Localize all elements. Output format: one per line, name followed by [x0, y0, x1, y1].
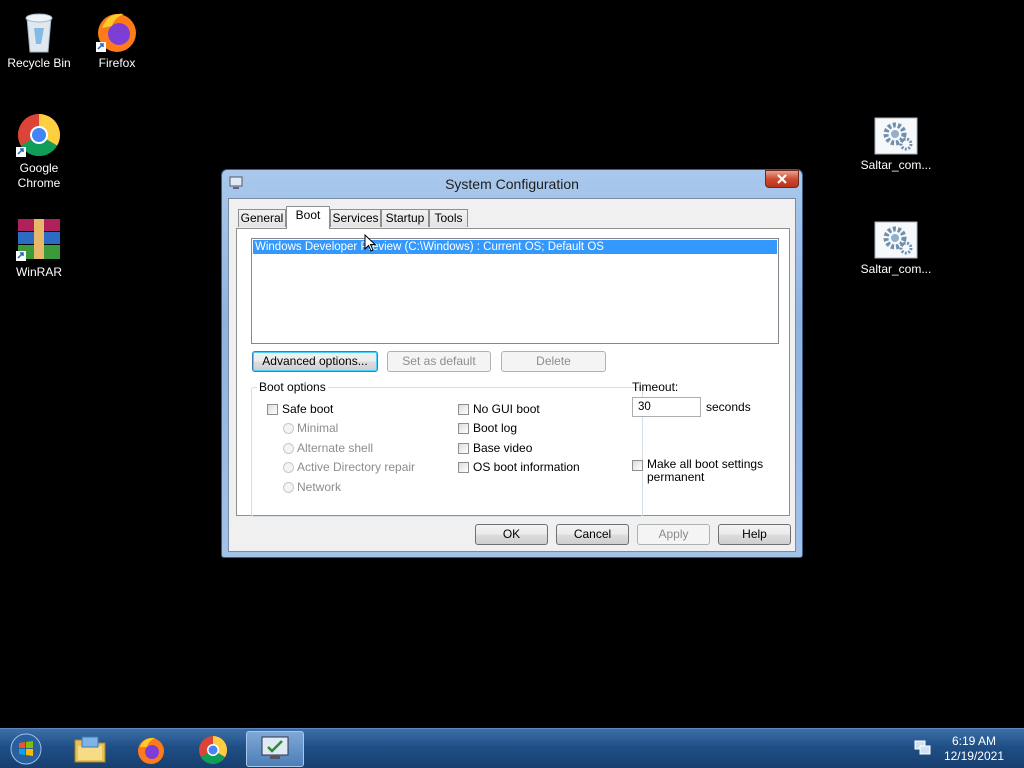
desktop-icon-label: Recycle Bin: [7, 56, 71, 70]
system-configuration-window: System Configuration General Boot Servic…: [221, 169, 803, 558]
apply-button[interactable]: Apply: [637, 524, 710, 545]
make-permanent-line2: permanent: [647, 470, 705, 484]
timeout-label: Timeout:: [632, 380, 679, 394]
winrar-icon: [16, 219, 60, 261]
desktop-icon-chrome[interactable]: Google Chrome: [1, 113, 77, 191]
safe-boot-label: Safe boot: [282, 402, 334, 416]
timeout-unit: seconds: [706, 400, 751, 414]
ok-button[interactable]: OK: [475, 524, 548, 545]
clock-date: 12/19/2021: [943, 749, 1004, 763]
desktop-icon-firefox[interactable]: Firefox: [79, 8, 155, 71]
desktop-icon-label: Saltar_com...: [860, 158, 932, 172]
tab-boot[interactable]: Boot: [286, 206, 330, 229]
firefox-icon: [96, 13, 136, 52]
clock-time: 6:19 AM: [951, 734, 996, 748]
ad-repair-radio[interactable]: [283, 462, 294, 473]
start-orb-icon: [10, 733, 42, 765]
boot-entry-selected[interactable]: Windows Developer Preview (C:\Windows) :…: [253, 240, 777, 254]
recycle-bin-icon: [25, 13, 53, 53]
tab-services[interactable]: Services: [330, 209, 381, 227]
base-video-checkbox[interactable]: [458, 443, 469, 454]
network-label: Network: [297, 480, 342, 494]
make-permanent-label: Make all boot settings permanent: [647, 458, 763, 484]
minimal-radio[interactable]: [283, 423, 294, 434]
network-radio[interactable]: [283, 482, 294, 493]
taskbar-file-explorer[interactable]: [62, 731, 116, 767]
window-client-area: General Boot Services Startup Tools Wind…: [228, 198, 796, 552]
alternate-shell-label: Alternate shell: [297, 441, 374, 455]
system-clock[interactable]: 6:19 AM 12/19/2021: [944, 734, 1004, 764]
close-button[interactable]: [765, 170, 799, 188]
os-boot-info-label: OS boot information: [473, 460, 580, 474]
boot-log-label: Boot log: [473, 421, 518, 435]
chrome-icon: [199, 736, 227, 764]
base-video-label: Base video: [473, 441, 533, 455]
set-as-default-button[interactable]: Set as default: [387, 351, 491, 372]
chrome-icon: [16, 114, 61, 157]
boot-tab-panel: Windows Developer Preview (C:\Windows) :…: [236, 228, 790, 517]
taskbar-msconfig-active[interactable]: [246, 731, 304, 767]
boot-options-label: Boot options: [257, 380, 328, 394]
timeout-input[interactable]: 30: [632, 397, 701, 417]
desktop-icon-label: Google Chrome: [17, 161, 61, 190]
msconfig-icon: [261, 736, 289, 759]
settings-shortcut-icon: [874, 221, 918, 259]
desktop-icon-label: WinRAR: [15, 265, 62, 279]
desktop-icon-winrar[interactable]: WinRAR: [1, 217, 77, 280]
tab-startup[interactable]: Startup: [381, 209, 429, 227]
taskbar: 6:19 AM 12/19/2021: [0, 728, 1024, 768]
close-icon: [777, 174, 787, 184]
boot-log-checkbox[interactable]: [458, 423, 469, 434]
tab-general[interactable]: General: [238, 209, 286, 227]
cancel-button[interactable]: Cancel: [556, 524, 629, 545]
desktop-icon-label: Firefox: [98, 56, 136, 70]
delete-button[interactable]: Delete: [501, 351, 606, 372]
window-title: System Configuration: [445, 176, 579, 192]
advanced-options-button[interactable]: Advanced options...: [252, 351, 378, 372]
boot-entries-list[interactable]: Windows Developer Preview (C:\Windows) :…: [251, 238, 779, 344]
taskbar-chrome[interactable]: [186, 731, 240, 767]
make-permanent-checkbox[interactable]: [632, 460, 643, 471]
no-gui-boot-checkbox[interactable]: [458, 404, 469, 415]
ad-repair-label: Active Directory repair: [297, 460, 416, 474]
file-explorer-icon: [74, 736, 106, 763]
desktop-icon-saltar-1[interactable]: Saltar_com...: [858, 116, 934, 173]
os-boot-info-checkbox[interactable]: [458, 462, 469, 473]
taskbar-firefox[interactable]: [124, 731, 178, 767]
tab-tools[interactable]: Tools: [429, 209, 468, 227]
minimal-label: Minimal: [297, 421, 339, 435]
no-gui-boot-label: No GUI boot: [473, 402, 540, 416]
help-button[interactable]: Help: [718, 524, 791, 545]
settings-shortcut-icon: [874, 117, 918, 155]
desktop-icon-label: Saltar_com...: [860, 262, 932, 276]
desktop-icon-recycle-bin[interactable]: Recycle Bin: [1, 8, 77, 71]
desktop-icon-saltar-2[interactable]: Saltar_com...: [858, 220, 934, 277]
network-tray-icon[interactable]: [914, 740, 932, 756]
mouse-cursor-icon: [364, 234, 376, 252]
title-bar[interactable]: System Configuration: [222, 170, 802, 198]
alternate-shell-radio[interactable]: [283, 443, 294, 454]
safe-boot-checkbox[interactable]: [267, 404, 278, 415]
start-button[interactable]: [0, 731, 54, 767]
firefox-icon: [138, 737, 164, 764]
